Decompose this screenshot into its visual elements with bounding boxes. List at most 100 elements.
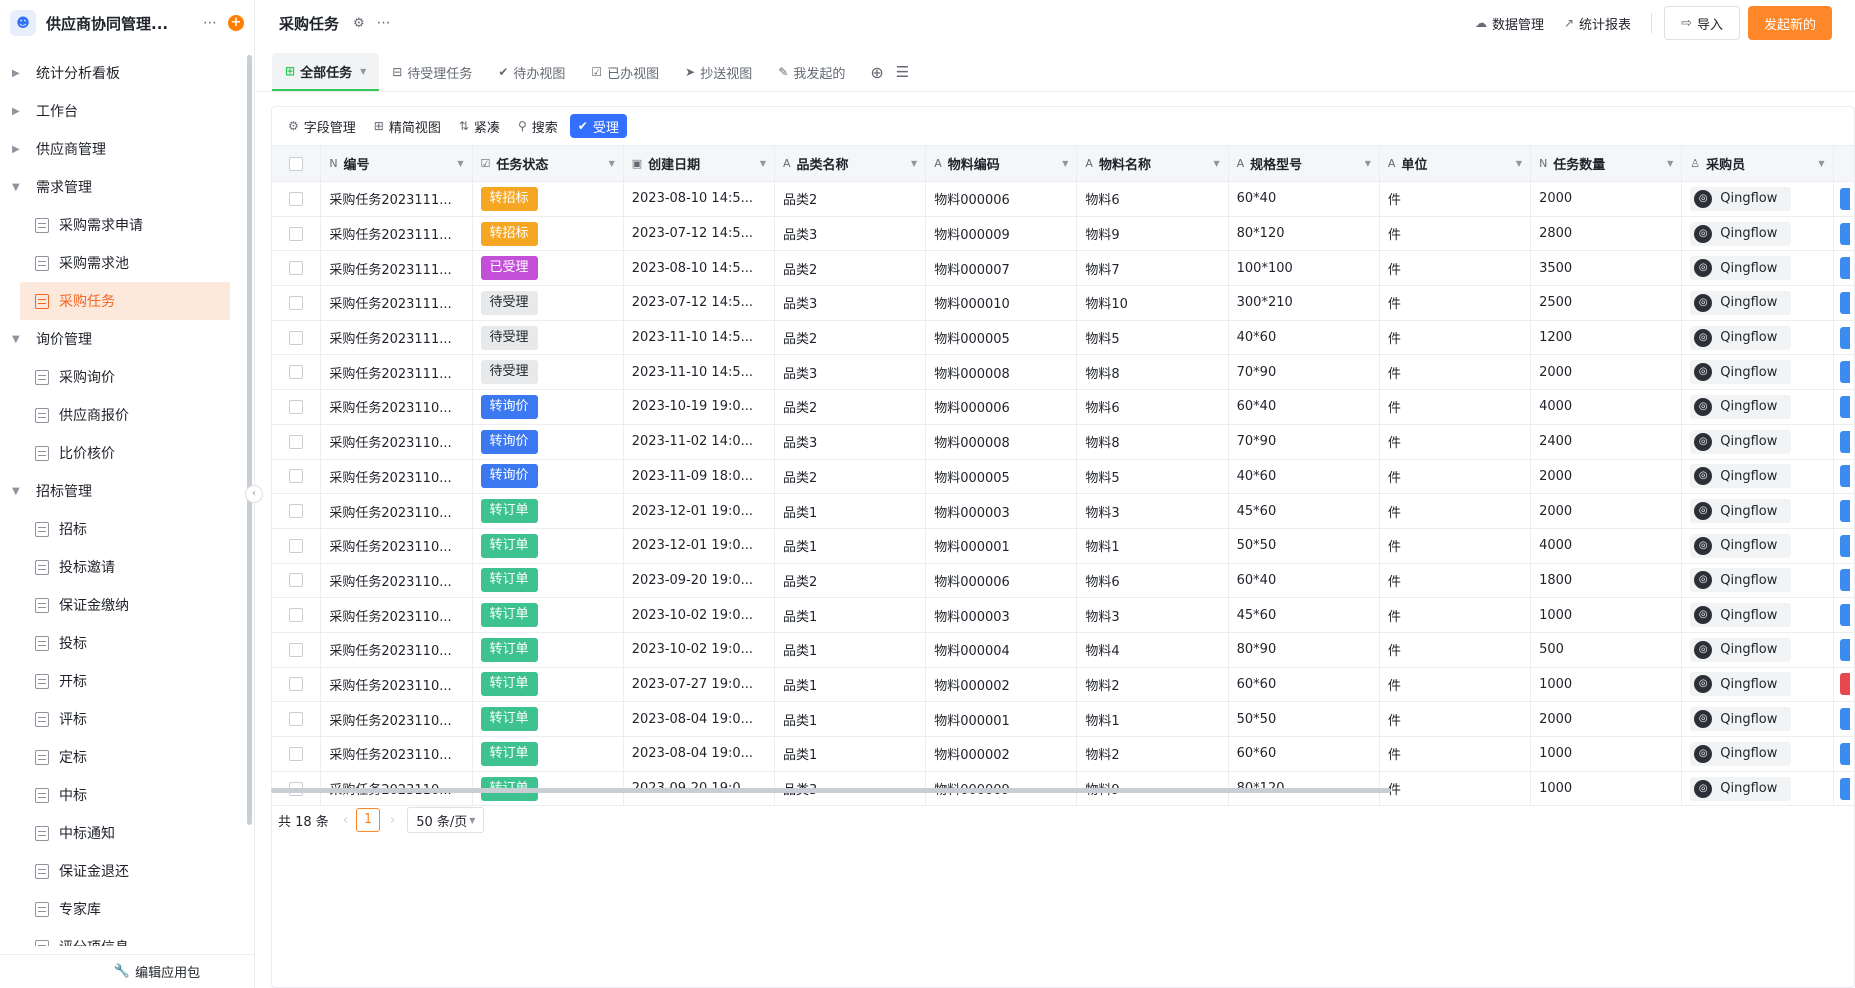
app-title[interactable]: 供应商协同管理... — [46, 13, 193, 34]
compact-button[interactable]: ⇅ 紧凑 — [453, 114, 506, 138]
checkbox[interactable] — [289, 434, 304, 449]
chevron-down-icon[interactable]: ▼ — [457, 159, 463, 168]
table-row[interactable]: 采购任务2023110... 转订单 2023-07-27 19:0... 品类1 物料… — [272, 667, 1855, 703]
table-row[interactable]: 采购任务2023110... 转订单 2023-12-01 19:0... 品类1 物料… — [272, 493, 1855, 529]
settings-wrench-icon[interactable]: ⚙ — [353, 16, 365, 31]
row-checkbox-cell[interactable] — [272, 181, 322, 217]
sidebar-group[interactable]: ▼ 需求管理 — [0, 168, 254, 206]
row-checkbox-cell[interactable] — [272, 250, 322, 287]
user-chip[interactable]: ◎ Qingflow — [1690, 672, 1792, 697]
column-header[interactable]: A 物料名称 ▼ — [1076, 145, 1229, 182]
sidebar-item[interactable]: 供应商报价 — [0, 396, 230, 434]
column-header[interactable]: ▣ 创建日期 ▼ — [623, 145, 775, 182]
row-checkbox-cell[interactable] — [272, 424, 322, 460]
accept-button[interactable]: ✔ 受理 — [569, 114, 627, 138]
sidebar-item[interactable]: 评标 — [0, 700, 230, 738]
checkbox[interactable] — [289, 712, 304, 727]
column-header[interactable]: A 物料编码 ▼ — [925, 145, 1078, 182]
row-checkbox-cell[interactable] — [272, 528, 322, 564]
sidebar-item[interactable]: 开标 — [0, 662, 230, 700]
sidebar-item[interactable]: 采购任务 — [20, 282, 230, 320]
user-chip[interactable]: ◎ Qingflow — [1690, 707, 1792, 732]
row-checkbox-cell[interactable] — [272, 493, 322, 529]
simple-view-button[interactable]: ⊞ 精简视图 — [368, 114, 447, 138]
checkbox[interactable] — [289, 261, 304, 276]
table-row[interactable]: 采购任务2023111... 转招标 2023-08-10 14:5... 品类2 物料… — [272, 181, 1855, 217]
sidebar-group[interactable]: ▼ 招标管理 — [0, 472, 254, 510]
checkbox[interactable] — [289, 677, 304, 692]
column-header[interactable]: ☑ 任务状态 ▼ — [472, 145, 624, 182]
sidebar-item[interactable]: 招标 — [0, 510, 230, 548]
table-row[interactable]: 采购任务2023111... 待受理 2023-07-12 14:5... 品类3 物料… — [272, 285, 1855, 321]
table-row[interactable]: 采购任务2023110... 转订单 2023-09-20 19:0... 品类2 物料… — [272, 563, 1855, 599]
start-new-button[interactable]: 发起新的 — [1747, 6, 1832, 40]
more-icon[interactable]: ⋯ — [203, 15, 218, 31]
chevron-down-icon[interactable]: ▼ — [1667, 159, 1673, 168]
tab-view[interactable]: ⊞ 全部任务 ▼ — [272, 53, 380, 91]
checkbox[interactable] — [289, 504, 304, 519]
sidebar-item[interactable]: 采购询价 — [0, 358, 230, 396]
column-header[interactable]: A 品类名称 ▼ — [774, 145, 927, 182]
chevron-down-icon[interactable]: ▼ — [1818, 159, 1824, 168]
table-row[interactable]: 采购任务2023111... 待受理 2023-11-10 14:5... 品类3 物料… — [272, 354, 1855, 391]
user-chip[interactable]: ◎ Qingflow — [1690, 360, 1792, 385]
row-checkbox-cell[interactable] — [272, 389, 322, 425]
select-all-checkbox[interactable] — [272, 145, 322, 182]
add-view-icon[interactable]: ⊕ — [870, 53, 883, 91]
tab-view[interactable]: ➤ 抄送视图 — [672, 53, 765, 91]
data-manage-link[interactable]: ☁ 数据管理 — [1475, 14, 1544, 33]
sidebar-item[interactable]: 保证金退还 — [0, 852, 230, 890]
horizontal-scrollbar[interactable] — [271, 788, 1391, 793]
row-checkbox-cell[interactable] — [272, 459, 322, 495]
table-row[interactable]: 采购任务2023110... 转询价 2023-11-02 14:0... 品类3 物料… — [272, 424, 1855, 460]
column-header[interactable]: N 编号 ▼ — [320, 145, 473, 182]
sidebar-item[interactable]: 定标 — [0, 738, 230, 776]
checkbox[interactable] — [289, 156, 304, 171]
field-manage-button[interactable]: ⚙ 字段管理 — [282, 114, 362, 138]
row-checkbox-cell[interactable] — [272, 216, 322, 252]
checkbox[interactable] — [289, 746, 304, 761]
row-checkbox-cell[interactable] — [272, 701, 322, 737]
user-chip[interactable]: ◎ Qingflow — [1690, 256, 1792, 281]
user-chip[interactable]: ◎ Qingflow — [1690, 394, 1792, 419]
user-chip[interactable]: ◎ Qingflow — [1690, 325, 1792, 350]
sidebar-item[interactable]: 采购需求申请 — [0, 206, 230, 244]
sidebar-item[interactable]: 投标邀请 — [0, 548, 230, 586]
next-page-icon[interactable]: › — [390, 813, 395, 828]
tab-view[interactable]: ⊟ 待受理任务 — [379, 53, 485, 91]
table-row[interactable]: 采购任务2023110... 转询价 2023-11-09 18:0... 品类2 物料… — [272, 459, 1855, 495]
chevron-down-icon[interactable]: ▼ — [760, 159, 766, 168]
view-list-icon[interactable]: ☰ — [896, 53, 909, 91]
user-chip[interactable]: ◎ Qingflow — [1690, 603, 1792, 628]
chevron-down-icon[interactable]: ▼ — [1516, 159, 1522, 168]
page-number[interactable]: 1 — [356, 808, 381, 832]
chevron-down-icon[interactable]: ▼ — [1062, 159, 1068, 168]
edit-app-package-button[interactable]: 🔧 编辑应用包 — [0, 954, 254, 988]
tab-view[interactable]: ✎ 我发起的 — [765, 53, 858, 91]
table-row[interactable]: 采购任务2023110... 转订单 2023-08-04 19:0... 品类1 物料… — [272, 736, 1855, 772]
add-icon[interactable]: + — [228, 15, 244, 31]
sidebar-item[interactable]: 比价核价 — [0, 434, 230, 472]
tab-view[interactable]: ☑ 已办视图 — [578, 53, 672, 91]
more-icon[interactable]: ⋯ — [377, 15, 391, 31]
import-button[interactable]: ⇨ 导入 — [1664, 6, 1740, 40]
row-checkbox-cell[interactable] — [272, 667, 322, 703]
sidebar-group[interactable]: ▶ 工作台 — [0, 92, 254, 130]
user-chip[interactable]: ◎ Qingflow — [1690, 499, 1792, 524]
sidebar-item[interactable]: 保证金缴纳 — [0, 586, 230, 624]
sidebar-item[interactable]: 中标 — [0, 776, 230, 814]
column-header[interactable]: A 单位 ▼ — [1379, 145, 1532, 182]
table-row[interactable]: 采购任务2023111... 转招标 2023-07-12 14:5... 品类3 物料… — [272, 216, 1855, 252]
sidebar-item[interactable]: 投标 — [0, 624, 230, 662]
table-row[interactable]: 采购任务2023110... 转询价 2023-10-19 19:0... 品类2 物料… — [272, 389, 1855, 425]
column-header[interactable]: A 规格型号 ▼ — [1228, 145, 1380, 182]
sidebar-scrollbar[interactable] — [247, 55, 252, 825]
tab-view[interactable]: ✔ 待办视图 — [485, 53, 578, 91]
column-header[interactable]: ♙ 采购员 ▼ — [1681, 145, 1834, 182]
user-chip[interactable]: ◎ Qingflow — [1690, 533, 1792, 558]
sidebar-item[interactable]: 评分项信息 — [0, 928, 230, 946]
table-row[interactable]: 采购任务2023111... 待受理 2023-11-10 14:5... 品类2 物料… — [272, 320, 1855, 356]
row-checkbox-cell[interactable] — [272, 632, 322, 668]
checkbox[interactable] — [289, 365, 304, 380]
search-button[interactable]: ⚲ 搜索 — [512, 114, 564, 138]
